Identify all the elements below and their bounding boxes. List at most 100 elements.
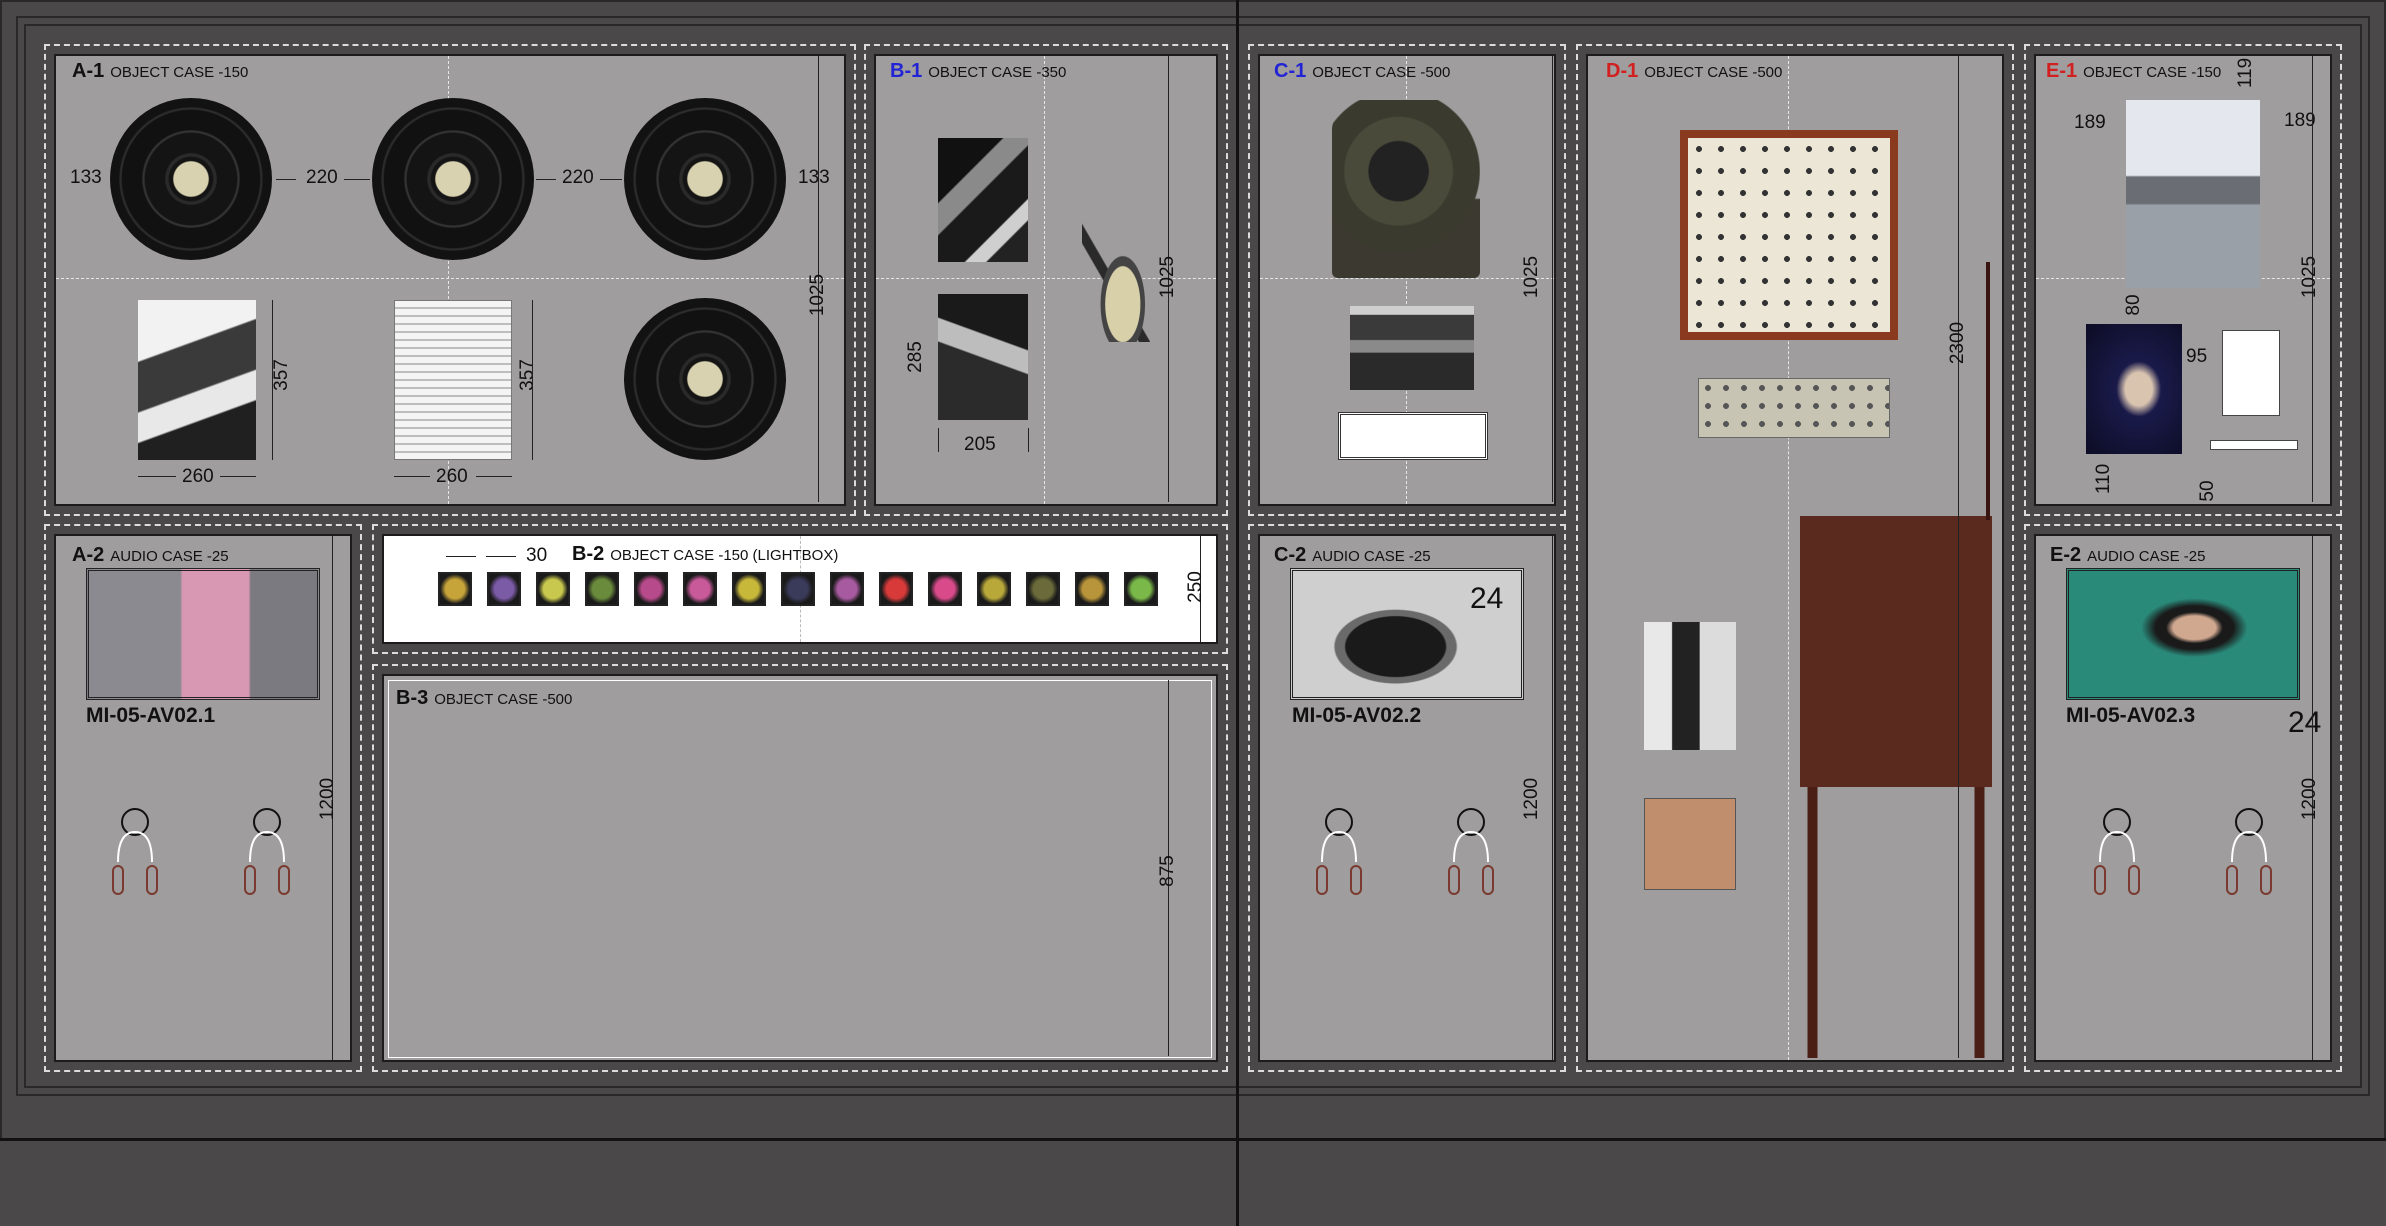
screen-counter: 24 xyxy=(1470,582,1504,615)
case-type: OBJECT CASE -500 xyxy=(1644,64,1783,81)
case-code: D-1 xyxy=(1606,60,1639,82)
lantern-slide xyxy=(928,572,962,606)
dim-case-height: 1200 xyxy=(1521,777,1542,821)
dim-photo-height: 357 xyxy=(271,359,292,391)
dim-arrow xyxy=(344,179,370,180)
dim-gap: 220 xyxy=(306,167,338,188)
dim-line xyxy=(1958,56,1959,1058)
label-card xyxy=(2222,330,2280,416)
dim-line xyxy=(394,476,430,477)
label-plate xyxy=(1338,412,1488,460)
lantern-slide xyxy=(732,572,766,606)
film-still-dancer xyxy=(2086,324,2182,454)
lantern-slide xyxy=(634,572,668,606)
headphones-icon[interactable] xyxy=(1316,806,1362,896)
archival-photo xyxy=(938,138,1028,262)
archival-photo xyxy=(938,294,1028,420)
vinyl-record xyxy=(624,298,786,460)
case-type: OBJECT CASE -150 (LIGHTBOX) xyxy=(610,547,839,564)
case-b3-inner-panel xyxy=(388,680,1212,1058)
case-type: AUDIO CASE -25 xyxy=(1312,548,1431,565)
case-type: OBJECT CASE -500 xyxy=(1312,64,1451,81)
lantern-slide xyxy=(879,572,913,606)
case-code: A-1 xyxy=(72,60,105,82)
case-type: OBJECT CASE -350 xyxy=(928,64,1067,81)
dim-line xyxy=(476,476,512,477)
lantern-slide xyxy=(1124,572,1158,606)
dim-photo-width: 260 xyxy=(182,466,214,487)
dim-gap: 220 xyxy=(562,167,594,188)
headphones-icon[interactable] xyxy=(2094,806,2140,896)
dim-case-height: 1025 xyxy=(2299,255,2320,299)
material-swatch xyxy=(1644,798,1736,890)
wooden-cabinet xyxy=(1800,516,1992,1058)
label-strip xyxy=(2210,440,2298,450)
headphones-icon[interactable] xyxy=(112,806,158,896)
headphones-icon[interactable] xyxy=(1448,806,1494,896)
dim-case-height: 2300 xyxy=(1947,321,1968,365)
case-type: OBJECT CASE -500 xyxy=(434,691,573,708)
dim-case-height: 1200 xyxy=(317,777,338,821)
dim-gap: 95 xyxy=(2186,346,2208,367)
case-code: B-2 xyxy=(572,543,605,565)
video-screen[interactable] xyxy=(2066,568,2300,700)
dim-gap: 30 xyxy=(526,545,548,566)
exhibit-elevation: A-1 OBJECT CASE -150 133 220 220 133 357 … xyxy=(0,0,2386,1226)
dim-photo-width: 205 xyxy=(964,434,996,455)
dim-right: 133 xyxy=(798,167,830,188)
case-code: B-1 xyxy=(890,60,923,82)
dim-case-height: 1025 xyxy=(807,273,828,317)
dim-photo-width: 260 xyxy=(436,466,468,487)
lantern-slide xyxy=(536,572,570,606)
av-label: MI-05-AV02.1 xyxy=(86,704,216,727)
headphones-icon[interactable] xyxy=(244,806,290,896)
headphones-icon[interactable] xyxy=(2226,806,2272,896)
dim-left: 189 xyxy=(2074,112,2106,133)
tape-recorder xyxy=(1350,306,1474,390)
case-c1-header: C-1 OBJECT CASE -500 xyxy=(1274,60,1450,83)
dim-photo-bottom: 110 xyxy=(2093,463,2114,495)
vinyl-record xyxy=(110,98,272,260)
dim-photo-height: 80 xyxy=(2123,294,2144,316)
vintage-advertisement xyxy=(394,300,512,460)
lantern-slide xyxy=(585,572,619,606)
case-e1-header: E-1 OBJECT CASE -150 xyxy=(2046,60,2221,83)
guide-line xyxy=(1260,278,1554,279)
dim-case-height: 1025 xyxy=(1521,255,1542,299)
case-type: OBJECT CASE -150 xyxy=(2083,64,2222,81)
case-d1-header: D-1 OBJECT CASE -500 xyxy=(1606,60,1782,83)
dim-line xyxy=(1028,428,1029,452)
case-code: E-1 xyxy=(2046,60,2078,82)
dim-line xyxy=(272,300,273,460)
lantern-slide xyxy=(438,572,472,606)
case-code: C-1 xyxy=(1274,60,1307,82)
dim-arrow xyxy=(536,179,556,180)
case-code: A-2 xyxy=(72,544,105,566)
case-type: AUDIO CASE -25 xyxy=(2087,548,2206,565)
film-still-beach-piano xyxy=(2126,100,2260,288)
case-e2-header: E-2 AUDIO CASE -25 xyxy=(2050,544,2206,567)
dim-photo-height: 357 xyxy=(517,359,538,391)
dim-case-height: 875 xyxy=(1157,855,1178,887)
vintage-camera xyxy=(1332,100,1480,278)
case-b3-header: B-3 OBJECT CASE -500 xyxy=(396,687,572,710)
lantern-slide xyxy=(830,572,864,606)
video-screen[interactable] xyxy=(86,568,320,700)
case-b1-header: B-1 OBJECT CASE -350 xyxy=(890,60,1066,83)
case-a2-header: A-2 AUDIO CASE -25 xyxy=(72,544,229,567)
lantern-slide xyxy=(781,572,815,606)
dim-case-height: 1200 xyxy=(2299,777,2320,821)
case-b2-header: B-2 OBJECT CASE -150 (LIGHTBOX) xyxy=(572,543,838,566)
screen-counter: 24 xyxy=(2288,706,2322,739)
base-top-line xyxy=(0,1138,2386,1141)
dim-bottom: 50 xyxy=(2197,480,2218,502)
dim-photo-height: 285 xyxy=(905,341,926,373)
dim-line xyxy=(220,476,256,477)
dim-arrow xyxy=(600,179,622,180)
case-code: B-3 xyxy=(396,687,429,709)
vinyl-record xyxy=(624,98,786,260)
av-label: MI-05-AV02.2 xyxy=(1292,704,1422,727)
case-a1-header: A-1 OBJECT CASE -150 xyxy=(72,60,248,83)
archival-photo-woman-gramophone xyxy=(138,300,256,460)
case-code: E-2 xyxy=(2050,544,2082,566)
